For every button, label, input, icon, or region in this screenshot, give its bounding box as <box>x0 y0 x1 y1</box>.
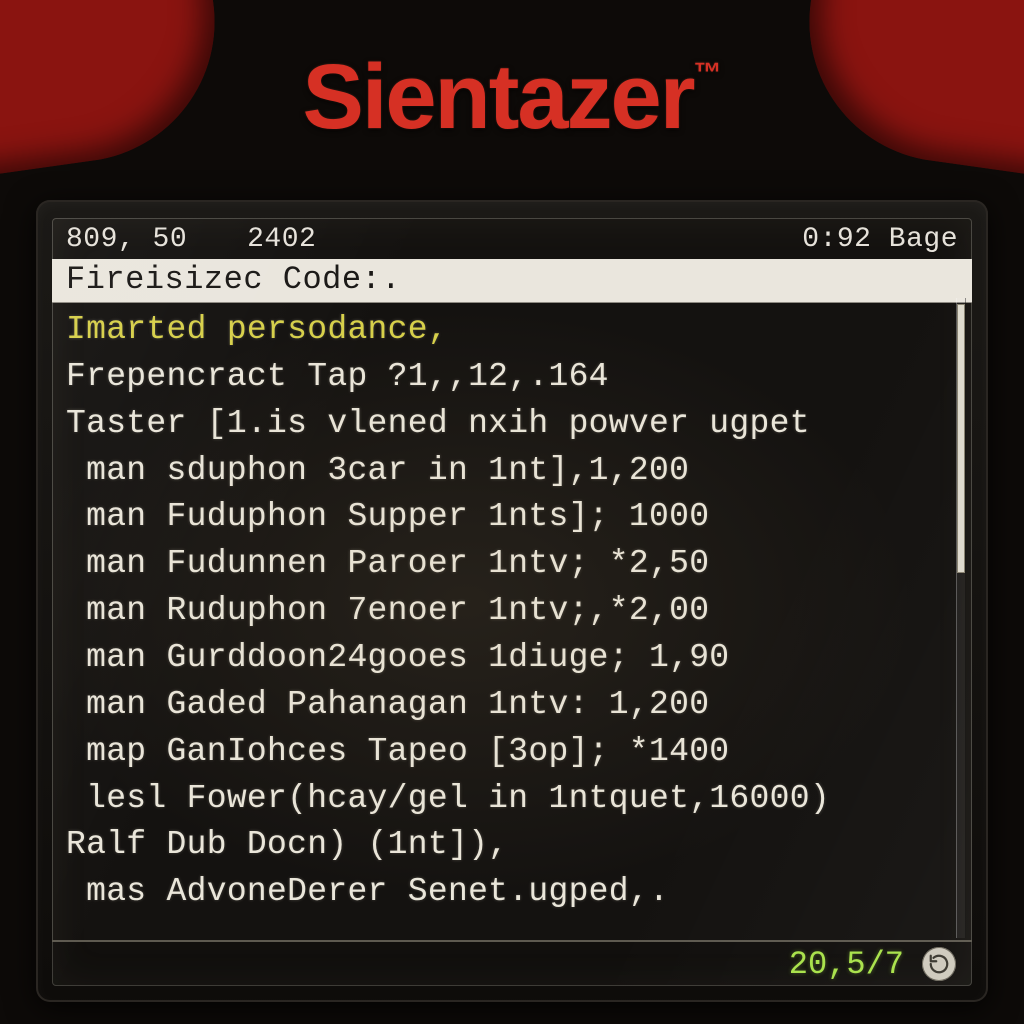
brand-logo: Sientazer™ <box>0 45 1024 150</box>
content-line[interactable]: Imarted persodance, <box>66 307 958 354</box>
content-line[interactable]: man Gurddoon24gooes 1diuge; 1,90 <box>66 635 958 682</box>
device-body: Sientazer™ 809, 50 2402 0:92 Bage Fireis… <box>0 0 1024 1024</box>
content-line[interactable]: Frepencract Tap ?1,,12,.164 <box>66 354 958 401</box>
content-line[interactable]: Taster [1.is vlened nxih powver ugpet <box>66 401 958 448</box>
content-area: Imarted persodance,Frepencract Tap ?1,,1… <box>52 303 972 916</box>
titlebar: 809, 50 2402 0:92 Bage <box>52 218 972 259</box>
screen-bezel: 809, 50 2402 0:92 Bage Fireisizec Code:.… <box>36 200 988 1002</box>
content-line[interactable]: Ralf Dub Docn) (1nt]), <box>66 822 958 869</box>
scrollbar-thumb[interactable] <box>957 304 965 573</box>
brand-name: Sientazer <box>302 46 693 148</box>
brand-tm: ™ <box>694 57 722 88</box>
content-line[interactable]: map GanIohces Tapeo [3op]; *1400 <box>66 729 958 776</box>
titlebar-left: 809, 50 <box>66 224 187 255</box>
titlebar-center: 2402 <box>247 224 316 255</box>
content-line[interactable]: mas AdvoneDerer Senet.ugped,. <box>66 869 958 916</box>
selected-row-label: Fireisizec Code:. <box>66 261 401 298</box>
screen: 809, 50 2402 0:92 Bage Fireisizec Code:.… <box>52 218 972 986</box>
content-line[interactable]: man Fudunnen Paroer 1ntv; *2,50 <box>66 541 958 588</box>
content-line[interactable]: man Fuduphon Supper 1nts]; 1000 <box>66 494 958 541</box>
content-line[interactable]: lesl Fower(hcay/gel in 1ntquet,16000) <box>66 776 958 823</box>
content-line[interactable]: man Ruduphon 7enoer 1ntv;,*2,00 <box>66 588 958 635</box>
page-indicator: 20,5/7 <box>789 946 904 983</box>
titlebar-right: 0:92 Bage <box>802 224 958 255</box>
content-line[interactable]: man sduphon 3car in 1nt],1,200 <box>66 448 958 495</box>
content-line[interactable]: man Gaded Pahanagan 1ntv: 1,200 <box>66 682 958 729</box>
scrollbar[interactable] <box>956 298 966 938</box>
refresh-icon[interactable] <box>922 947 956 981</box>
selected-row[interactable]: Fireisizec Code:. <box>52 259 972 303</box>
statusbar: 20,5/7 <box>52 940 972 986</box>
